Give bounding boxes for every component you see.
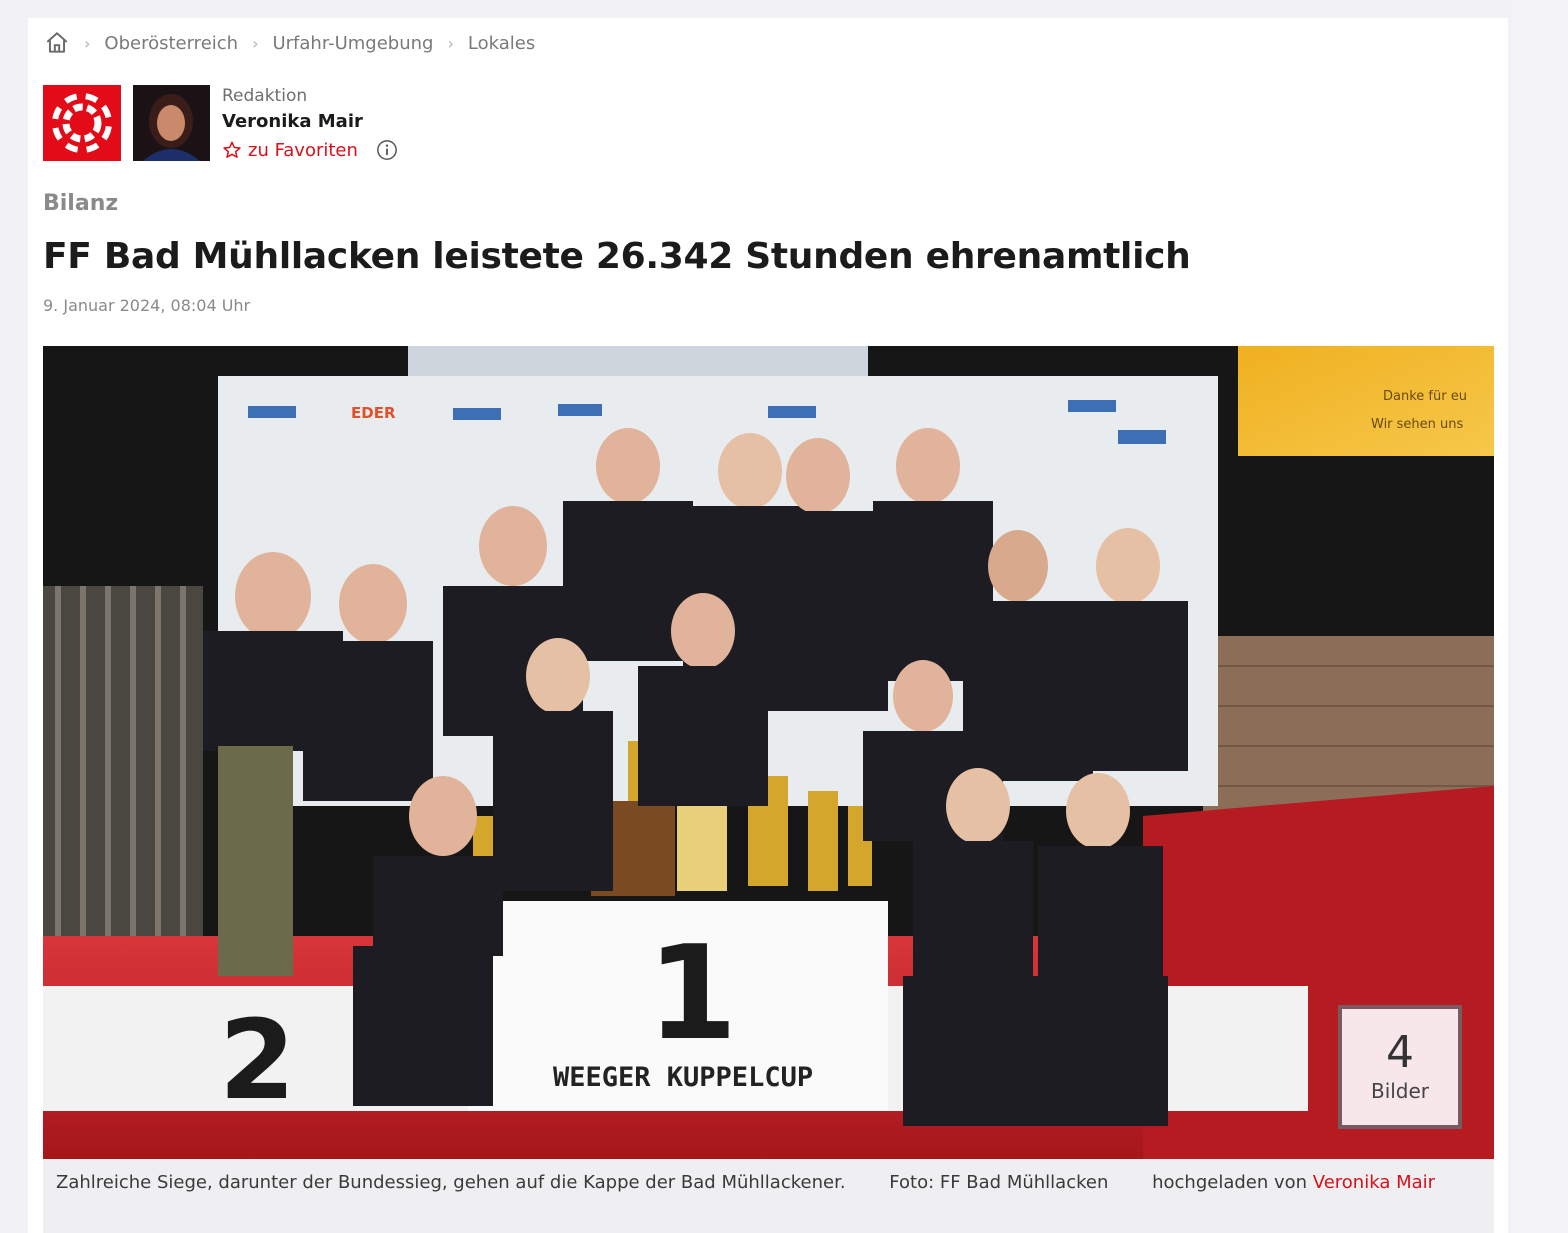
caption-text: Zahlreiche Siege, darunter der Bundessie… — [56, 1172, 846, 1193]
chevron-right-icon: › — [447, 33, 454, 53]
uploaded-prefix: hochgeladen von — [1152, 1172, 1308, 1193]
article-headline: FF Bad Mühllacken leistete 26.342 Stunde… — [43, 236, 1191, 277]
info-icon[interactable] — [376, 139, 398, 161]
podium-label-1: 1 — [647, 917, 737, 1069]
uploader-link[interactable]: Veronika Mair — [1313, 1172, 1435, 1193]
screen-text-2: Wir sehen uns — [1371, 417, 1464, 432]
home-icon[interactable] — [44, 30, 70, 56]
author-avatar[interactable] — [133, 85, 210, 161]
gallery-count-button[interactable]: 4 Bilder — [1338, 1005, 1462, 1129]
team-photo: Danke für eu Wir sehen uns EDER 2 1 WEEG… — [43, 346, 1494, 1159]
brand-logo-icon[interactable] — [43, 85, 121, 161]
caption-inner: Zahlreiche Siege, darunter der Bundessie… — [56, 1169, 1476, 1197]
favorite-row: zu Favoriten — [222, 136, 398, 164]
chevron-right-icon: › — [252, 33, 259, 53]
author-meta: Redaktion Veronika Mair zu Favoriten — [222, 84, 398, 164]
breadcrumb-urfahr-umgebung[interactable]: Urfahr-Umgebung — [272, 33, 433, 54]
gallery-count: 4 — [1386, 1027, 1414, 1078]
author-name[interactable]: Veronika Mair — [222, 108, 398, 136]
photo-caption: Zahlreiche Siege, darunter der Bundessie… — [43, 1159, 1494, 1233]
breadcrumb: › Oberösterreich › Urfahr-Umgebung › Lok… — [44, 30, 535, 56]
article-photo[interactable]: Danke für eu Wir sehen uns EDER 2 1 WEEG… — [43, 346, 1494, 1159]
add-to-favorites-button[interactable]: zu Favoriten — [222, 140, 358, 161]
author-role: Redaktion — [222, 86, 308, 106]
article-page: › Oberösterreich › Urfahr-Umgebung › Lok… — [28, 18, 1508, 1233]
article-kicker: Bilanz — [43, 191, 119, 216]
article-date: 9. Januar 2024, 08:04 Uhr — [43, 296, 251, 315]
star-outline-icon — [223, 141, 241, 158]
favorite-label: zu Favoriten — [248, 139, 358, 161]
right-rail — [1512, 0, 1568, 1233]
gallery-label: Bilder — [1370, 1079, 1430, 1103]
chevron-right-icon: › — [84, 33, 91, 53]
breadcrumb-lokales[interactable]: Lokales — [468, 33, 535, 54]
podium-label-2: 2 — [219, 996, 296, 1124]
breadcrumb-oberoesterreich[interactable]: Oberösterreich — [104, 33, 238, 54]
photo-credit: Foto: FF Bad Mühllacken — [889, 1172, 1109, 1193]
backdrop-brand: EDER — [351, 404, 396, 422]
screen-text-1: Danke für eu — [1383, 389, 1467, 404]
podium-banner: WEEGER KUPPELCUP — [553, 1062, 813, 1093]
